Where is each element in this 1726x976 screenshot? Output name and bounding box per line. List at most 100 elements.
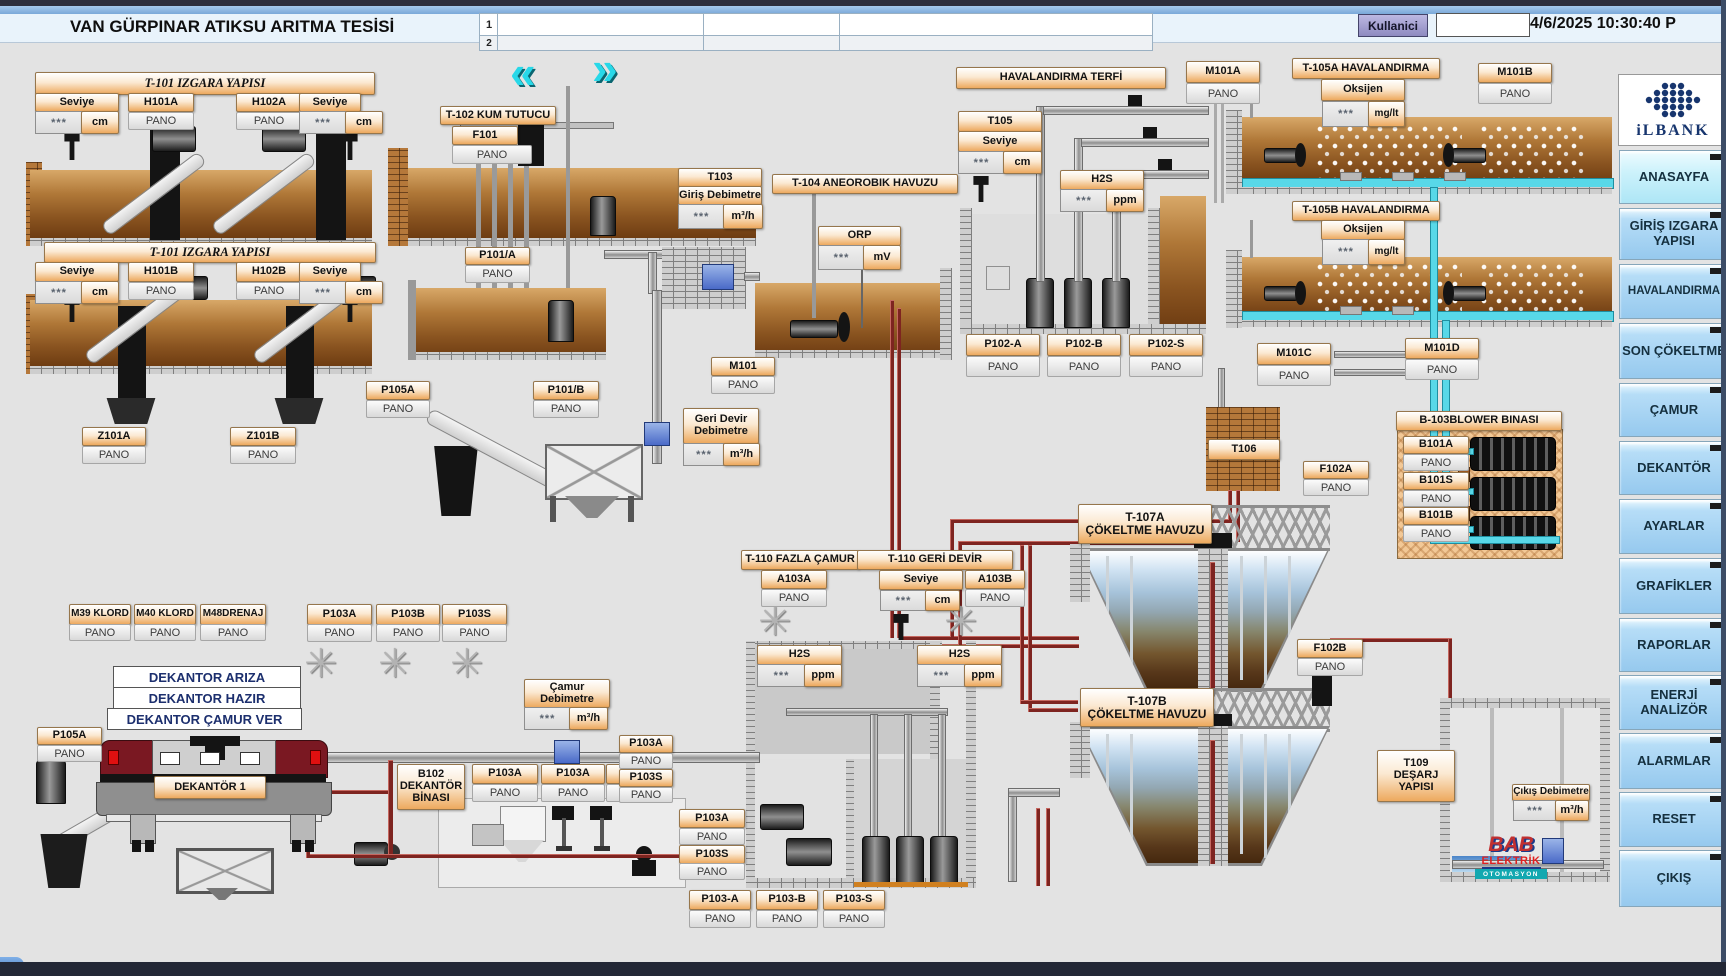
label-t107b-title[interactable]: T-107B ÇÖKELTME HAVUZU xyxy=(1080,688,1214,727)
crane-mast xyxy=(812,190,816,318)
label-h102b[interactable]: H102B xyxy=(236,262,302,282)
user-input[interactable] xyxy=(1436,13,1530,37)
pano-f101: PANO xyxy=(452,145,532,164)
label-t103[interactable]: T103 xyxy=(678,168,762,187)
label-t110-geri-devir[interactable]: T-110 GERİ DEVİR xyxy=(857,550,1013,570)
pano-p103s: PANO xyxy=(442,624,507,642)
label-p103s[interactable]: P103S xyxy=(442,604,507,625)
label-m40-klord[interactable]: M40 KLORD xyxy=(134,604,196,625)
pano-p105a-mid: PANO xyxy=(366,400,430,418)
label-b101a[interactable]: B101A xyxy=(1403,436,1469,454)
label-m101d[interactable]: M101D xyxy=(1405,338,1479,359)
user-button[interactable]: Kullanici xyxy=(1358,14,1428,37)
sidebar-item-giris-izgara-yapisi[interactable]: GİRİŞ IZGARA YAPISI xyxy=(1619,208,1726,260)
label-p102a[interactable]: P102-A xyxy=(966,334,1040,356)
label-a103a[interactable]: A103A xyxy=(761,570,827,589)
clarifier-inlet-wall xyxy=(1070,722,1090,778)
nav-back-icon[interactable]: « xyxy=(510,54,536,91)
label-t109-title[interactable]: T109 DEŞARJ YAPISI xyxy=(1377,750,1455,802)
sidebar-item-dekantor[interactable]: DEKANTÖR xyxy=(1619,441,1726,495)
sidebar-item-grafikler[interactable]: GRAFİKLER xyxy=(1619,558,1726,614)
label-p103a[interactable]: P103A xyxy=(541,764,605,784)
aeration-bubbles xyxy=(1316,262,1462,312)
label-p103-a[interactable]: P103-A xyxy=(689,890,751,910)
label-p103b[interactable]: P103B xyxy=(376,604,440,625)
label-p105a-mid[interactable]: P105A xyxy=(366,381,430,400)
label-p103-b[interactable]: P103-B xyxy=(756,890,818,910)
submersible-pump xyxy=(862,836,890,884)
level-sensor-icon xyxy=(62,132,82,160)
label-t106[interactable]: T106 xyxy=(1208,439,1280,460)
label-m39-klord[interactable]: M39 KLORD xyxy=(69,604,131,625)
mixer-shaft xyxy=(562,818,566,846)
label-p103a[interactable]: P103A xyxy=(472,764,538,784)
label-t104-title[interactable]: T-104 ANEOROBIK HAVUZU xyxy=(772,174,958,194)
pipe-segment xyxy=(1218,368,1225,410)
label-m101c[interactable]: M101C xyxy=(1257,343,1331,365)
label-h102a[interactable]: H102A xyxy=(236,93,302,112)
label-p103s[interactable]: P103S xyxy=(619,769,673,787)
label-t101a-title[interactable]: T-101 IZGARA YAPISI xyxy=(35,72,375,95)
label-p101a[interactable]: P101/A xyxy=(465,247,530,265)
label-t107a-title[interactable]: T-107A ÇÖKELTME HAVUZU xyxy=(1078,504,1212,544)
label-p102s[interactable]: P102-S xyxy=(1129,334,1203,356)
scraper-rod xyxy=(1264,556,1267,684)
label-havalandirma-terfi[interactable]: HAVALANDIRMA TERFİ xyxy=(956,67,1166,89)
label-t102-title[interactable]: T-102 KUM TUTUCU xyxy=(440,106,556,125)
unit-cm: cm xyxy=(81,281,119,304)
sidebar-item-son-cokeltme[interactable]: SON ÇÖKELTME xyxy=(1619,323,1726,379)
label-p102b[interactable]: P102-B xyxy=(1047,334,1121,356)
fan-icon: ✳ xyxy=(758,602,792,642)
sidebar-item-camur[interactable]: ÇAMUR xyxy=(1619,383,1726,437)
sidebar-item-enerji-analizor[interactable]: ENERJİ ANALİZÖR xyxy=(1619,675,1726,730)
label-t105a-title[interactable]: T-105A HAVALANDIRMA xyxy=(1292,58,1440,79)
label-seviye: Seviye xyxy=(299,262,361,282)
label-h101a[interactable]: H101A xyxy=(128,93,194,112)
label-m101b[interactable]: M101B xyxy=(1478,63,1552,83)
mixer-propeller xyxy=(1295,281,1306,305)
label-z101a[interactable]: Z101A xyxy=(82,427,146,446)
sludge-pipe xyxy=(1210,740,1215,864)
valve-icon xyxy=(1158,159,1172,170)
sidebar-item-raporlar[interactable]: RAPORLAR xyxy=(1619,618,1726,672)
label-p101b[interactable]: P101/B xyxy=(533,381,599,400)
label-h101b[interactable]: H101B xyxy=(128,262,194,282)
window-right-border xyxy=(1721,0,1726,976)
label-z101b[interactable]: Z101B xyxy=(230,427,296,446)
label-a103b[interactable]: A103B xyxy=(965,570,1025,589)
label-t110-fazla-camur[interactable]: T-110 FAZLA ÇAMUR xyxy=(741,550,859,570)
label-p103a[interactable]: P103A xyxy=(619,735,673,753)
sidebar-item-ayarlar[interactable]: AYARLAR xyxy=(1619,499,1726,554)
label-t101b-title[interactable]: T-101 IZGARA YAPISI xyxy=(44,242,376,263)
label-m48-drenaj[interactable]: M48DRENAJ xyxy=(200,604,266,625)
sidebar-item-anasayfa[interactable]: ANASAYFA xyxy=(1619,150,1726,204)
label-b102-binasi[interactable]: B102 DEKANTÖR BİNASI xyxy=(397,764,465,810)
label-b101b[interactable]: B101B xyxy=(1403,507,1469,525)
label-f102a[interactable]: F102A xyxy=(1303,461,1369,479)
scraper-rod xyxy=(1288,734,1291,850)
label-t105[interactable]: T105 xyxy=(958,111,1042,132)
sludge-pipe xyxy=(388,760,393,858)
sidebar-item-alarmlar[interactable]: ALARMLAR xyxy=(1619,733,1726,789)
nav-forward-icon[interactable]: » xyxy=(592,50,618,87)
label-p103a[interactable]: P103A xyxy=(307,604,372,625)
sidebar-item-cikis[interactable]: ÇIKIŞ xyxy=(1619,850,1726,907)
label-p105a-dek[interactable]: P105A xyxy=(37,727,102,745)
label-cikis-debimetre: Çıkış Debimetre xyxy=(1512,784,1590,801)
label-b103-title[interactable]: B-103BLOWER BINASI xyxy=(1396,411,1562,431)
label-t105b-title[interactable]: T-105B HAVALANDIRMA xyxy=(1292,201,1440,221)
sidebar-item-reset[interactable]: RESET xyxy=(1619,792,1726,847)
label-p103s[interactable]: P103S xyxy=(679,845,745,864)
label-p103-s[interactable]: P103-S xyxy=(823,890,885,910)
label-p103a[interactable]: P103A xyxy=(679,809,745,828)
value-orp: *** xyxy=(818,245,865,270)
label-m101[interactable]: M101 xyxy=(711,357,775,376)
label-dekantor-1[interactable]: DEKANTÖR 1 xyxy=(154,776,266,799)
label-f101[interactable]: F101 xyxy=(452,126,518,145)
pano-f102b: PANO xyxy=(1297,658,1363,676)
label-f102b[interactable]: F102B xyxy=(1297,639,1363,658)
channel-2-floor xyxy=(30,366,372,374)
label-m101a[interactable]: M101A xyxy=(1186,61,1260,83)
sidebar-item-havalandirma[interactable]: HAVALANDIRMA xyxy=(1619,264,1726,319)
label-b101s[interactable]: B101S xyxy=(1403,472,1469,490)
